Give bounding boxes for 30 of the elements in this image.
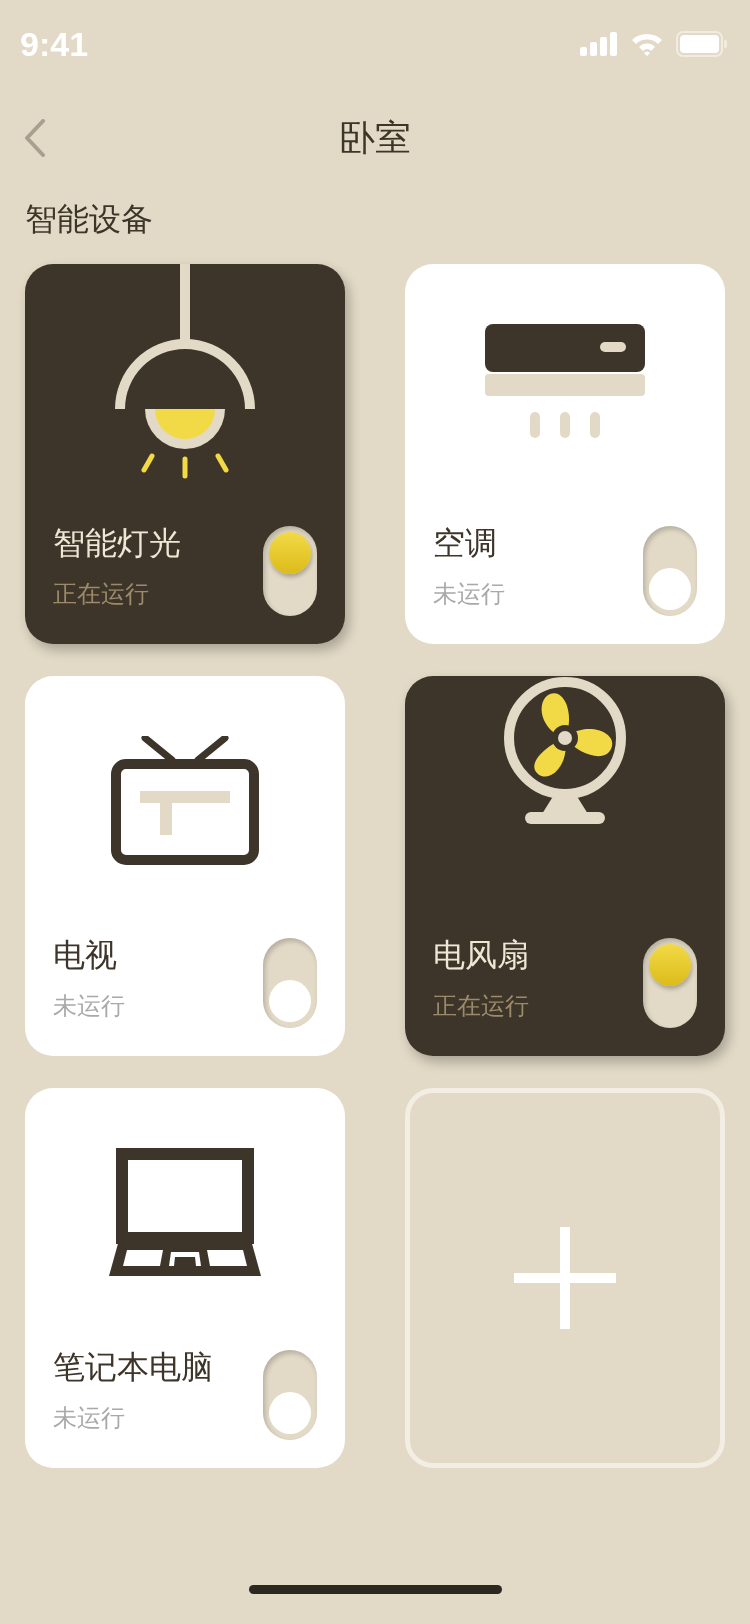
device-card[interactable]: 电视 未运行 — [25, 676, 345, 1056]
tv-icon — [110, 736, 260, 866]
device-card[interactable]: 空调 未运行 — [405, 264, 725, 644]
add-icon — [512, 1225, 618, 1331]
power-toggle[interactable] — [643, 526, 697, 616]
device-name: 空调 — [433, 523, 498, 564]
power-toggle[interactable] — [263, 1350, 317, 1440]
wifi-icon — [630, 31, 664, 57]
device-status: 未运行 — [433, 579, 505, 610]
battery-icon — [676, 31, 728, 57]
device-status: 正在运行 — [433, 991, 529, 1022]
power-toggle[interactable] — [263, 526, 317, 616]
power-toggle[interactable] — [263, 938, 317, 1028]
device-card[interactable]: 智能灯光 正在运行 — [25, 264, 345, 644]
device-name: 电风扇 — [433, 935, 529, 976]
back-icon[interactable] — [24, 119, 46, 157]
section-title: 智能设备 — [25, 199, 153, 240]
status-time: 9:41 — [20, 24, 89, 64]
page-title: 卧室 — [339, 115, 411, 160]
add-device-card[interactable] — [405, 1088, 725, 1468]
device-name: 电视 — [53, 935, 118, 976]
power-toggle[interactable] — [643, 938, 697, 1028]
device-card[interactable]: 电风扇 正在运行 — [405, 676, 725, 1056]
device-card[interactable]: 笔记本电脑 未运行 — [25, 1088, 345, 1468]
signal-icon — [580, 32, 618, 56]
device-status: 正在运行 — [53, 579, 150, 610]
device-status: 未运行 — [53, 991, 125, 1022]
device-status: 未运行 — [53, 1403, 126, 1434]
device-name: 笔记本电脑 — [53, 1347, 213, 1388]
device-name: 智能灯光 — [53, 523, 181, 564]
